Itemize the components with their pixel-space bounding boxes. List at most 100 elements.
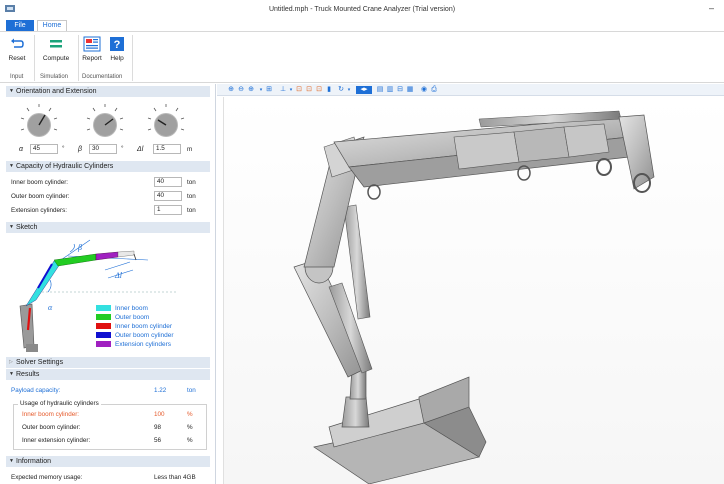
inner-boom-usage-label: Inner boom cylinder: [22,411,80,418]
dropdown-icon[interactable]: ▾ [345,86,353,94]
group-simulation-label: Simulation [40,74,69,80]
print-icon[interactable]: ⎙ [430,86,438,94]
section-solver-header[interactable]: ▷ Solver Settings [6,357,210,368]
section-orientation-title: Orientation and Extension [16,88,97,95]
window-title: Untitled.mph - Truck Mounted Crane Analy… [268,6,456,13]
alpha-input[interactable]: 45 [30,144,58,154]
dropdown-icon[interactable]: ▾ [287,86,295,94]
grid-icon[interactable]: ⊟ [396,86,404,94]
memory-usage-value: Less than 4GB [154,474,196,481]
view-yz-icon[interactable]: ⊡ [305,86,313,94]
report-button[interactable]: Report [80,36,104,62]
zoom-box-icon[interactable]: ⊕ [247,86,255,94]
alpha-unit: ° [62,145,65,152]
section-results-title: Results [16,371,40,378]
group-documentation-label: Documentation [82,74,123,80]
section-solver-title: Solver Settings [16,359,64,366]
help-icon: ? [110,37,124,51]
delta-l-knob[interactable] [145,102,187,144]
graphics-viewport[interactable] [223,97,724,484]
camera-icon[interactable]: ◉ [420,86,428,94]
sketch-dl-label: Δl [114,271,123,280]
zoom-extents-icon[interactable]: ⊞ [265,86,273,94]
section-information-header[interactable]: ▼ Information [6,456,210,467]
view-3d-icon[interactable]: ▮ [325,86,333,94]
payload-label: Payload capacity: [11,387,61,394]
legend-swatch [96,341,111,347]
extension-cylinders-unit: ton [187,207,196,214]
sketch-beta-label: β [77,243,82,252]
help-button[interactable]: ? Help [107,36,127,62]
dropdown-icon[interactable]: ▾ [257,86,265,94]
reset-label: Reset [8,55,26,62]
ribbon-separator [78,35,79,81]
legend-swatch [96,305,111,311]
memory-usage-label: Expected memory usage: [11,474,83,481]
axis-icon[interactable]: ⊥ [279,86,287,94]
ribbon: Reset Compute Report ? Help Input Simula… [0,31,724,83]
beta-unit: ° [121,145,124,152]
tab-file[interactable]: File [6,20,34,31]
collapse-triangle-icon: ▼ [9,88,14,94]
reset-button[interactable]: Reset [6,36,28,62]
equals-icon [50,40,62,48]
extension-cylinders-label: Extension cylinders: [11,207,67,214]
report-label: Report [82,55,102,62]
outer-boom-usage-label: Outer boom cylinder: [22,424,81,431]
inner-extension-usage-value: 56 [154,437,162,444]
section-capacity-header[interactable]: ▼ Capacity of Hydraulic Cylinders [6,161,210,172]
legend-item-inner-boom-cylinder: Inner boom cylinder [96,323,172,330]
inner-boom-cylinder-unit: ton [187,179,196,186]
wireframe-icon[interactable]: ▤ [376,86,384,94]
section-information-title: Information [16,458,52,465]
outer-boom-cylinder-label: Outer boom cylinder: [11,193,70,200]
undo-arrow-icon [11,38,24,48]
legend-swatch [96,323,111,329]
legend-item-inner-boom: Inner boom [96,305,148,312]
beta-input[interactable]: 30 [89,144,117,154]
extension-cylinders-input[interactable]: 1 [154,205,182,215]
section-sketch-header[interactable]: ▼ Sketch [6,222,210,233]
tab-home[interactable]: Home [37,20,67,31]
crane-3d-model [293,110,655,484]
legend-item-outer-boom: Outer boom [96,314,149,321]
render-icon[interactable]: ▦ [406,86,414,94]
compute-button[interactable]: Compute [39,36,73,62]
inner-extension-usage-label: Inner extension cylinder: [22,437,91,444]
view-zx-icon[interactable]: ⊡ [315,86,323,94]
zoom-in-icon[interactable]: ⊕ [227,86,235,94]
expand-triangle-icon: ▷ [9,359,13,365]
beta-knob[interactable] [84,102,126,144]
alpha-knob[interactable] [18,102,60,144]
svg-text:?: ? [114,39,121,51]
sketch-alpha-label: α [48,303,53,312]
compute-label: Compute [42,55,70,62]
section-results-header[interactable]: ▼ Results [6,369,210,380]
rotate-icon[interactable]: ↻ [337,86,345,94]
payload-unit: ton [187,387,196,394]
section-capacity-title: Capacity of Hydraulic Cylinders [16,163,114,170]
view-xy-icon[interactable]: ⊡ [295,86,303,94]
legend-swatch [96,314,111,320]
outer-boom-usage-unit: % [187,424,193,431]
outer-boom-cylinder-input[interactable]: 40 [154,191,182,201]
minimize-button[interactable]: – [709,3,714,13]
beta-symbol: β [78,146,82,153]
collapse-triangle-icon: ▼ [9,224,14,230]
collapse-triangle-icon: ▼ [9,458,14,464]
inner-boom-usage-value: 100 [154,411,165,418]
inner-boom-usage-unit: % [187,411,193,418]
section-orientation-header[interactable]: ▼ Orientation and Extension [6,86,210,97]
inner-boom-cylinder-input[interactable]: 40 [154,177,182,187]
transparency-icon[interactable]: ▥ [386,86,394,94]
collapse-triangle-icon: ▼ [9,371,14,377]
delta-l-input[interactable]: 1.5 [153,144,181,154]
ribbon-separator [34,35,35,81]
graphics-window: ⊕ ⊖ ⊕ ▾ ⊞ ⊥ ▾ ⊡ ⊡ ⊡ ▮ ↻ ▾ ◂▸ ▤ ▥ ⊟ ▦ ◉ ⎙ [217,84,724,484]
zoom-out-icon[interactable]: ⊖ [237,86,245,94]
ribbon-tabs: File Home [0,20,724,31]
legend-item-extension-cylinders: Extension cylinders [96,341,171,348]
report-icon [83,36,101,52]
legend-swatch [96,332,111,338]
select-mode-icon[interactable]: ◂▸ [356,86,372,94]
